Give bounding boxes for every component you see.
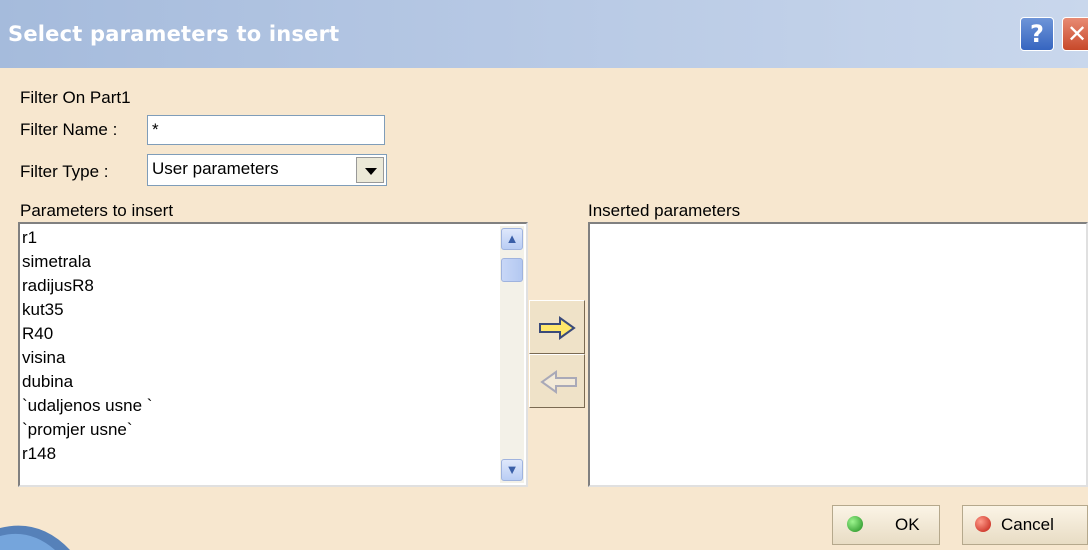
list-item[interactable]: `udaljenos usne ` [22,394,152,418]
arrow-left-icon [540,370,577,394]
cancel-label: Cancel [1001,515,1054,534]
help-button[interactable]: ? [1020,17,1054,51]
scroll-up-icon[interactable]: ▲ [501,228,523,250]
filter-type-label: Filter Type : [20,162,109,181]
remove-button[interactable] [529,354,585,408]
arrow-right-icon [539,316,576,340]
title-bar: Select parameters to insert ? ✕ [0,0,1088,68]
window-title: Select parameters to insert [8,22,340,46]
app-logo [0,525,70,550]
filter-type-select[interactable]: User parameters [147,154,387,186]
close-button[interactable]: ✕ [1062,17,1088,51]
cancel-button[interactable]: Cancel [962,505,1088,545]
filter-name-label: Filter Name : [20,120,118,139]
inserted-parameters-list[interactable] [588,222,1088,487]
red-dot-icon [975,516,991,532]
ok-button[interactable]: OK [832,505,940,545]
list-item[interactable]: r1 [22,226,37,250]
inserted-parameters-label: Inserted parameters [588,201,741,220]
filter-section-label: Filter On Part1 [20,88,131,107]
filter-type-value: User parameters [152,159,279,178]
parameters-to-insert-list[interactable]: r1 simetrala radijusR8 kut35 R40 visina dubina… [18,222,528,487]
list-item[interactable]: `promjer usne` [22,418,133,442]
list-item[interactable]: simetrala [22,250,91,274]
parameters-to-insert-label: Parameters to insert [20,201,174,220]
insert-button[interactable] [529,300,585,354]
list-item[interactable]: R40 [22,322,53,346]
list-item[interactable]: r148 [22,442,56,466]
list-scrollbar[interactable]: ▲ ▼ [500,226,524,483]
scroll-down-icon[interactable]: ▼ [501,459,523,481]
filter-name-input[interactable]: * [147,115,385,145]
ok-label: OK [895,515,920,534]
scroll-thumb[interactable] [501,258,523,282]
list-item[interactable]: dubina [22,370,73,394]
list-item[interactable]: kut35 [22,298,64,322]
chevron-down-icon[interactable] [356,157,384,183]
green-dot-icon [847,516,863,532]
dialog-body: Filter On Part1 Filter Name : * Filter T… [0,68,1088,550]
list-item[interactable]: radijusR8 [22,274,94,298]
list-item[interactable]: visina [22,346,65,370]
